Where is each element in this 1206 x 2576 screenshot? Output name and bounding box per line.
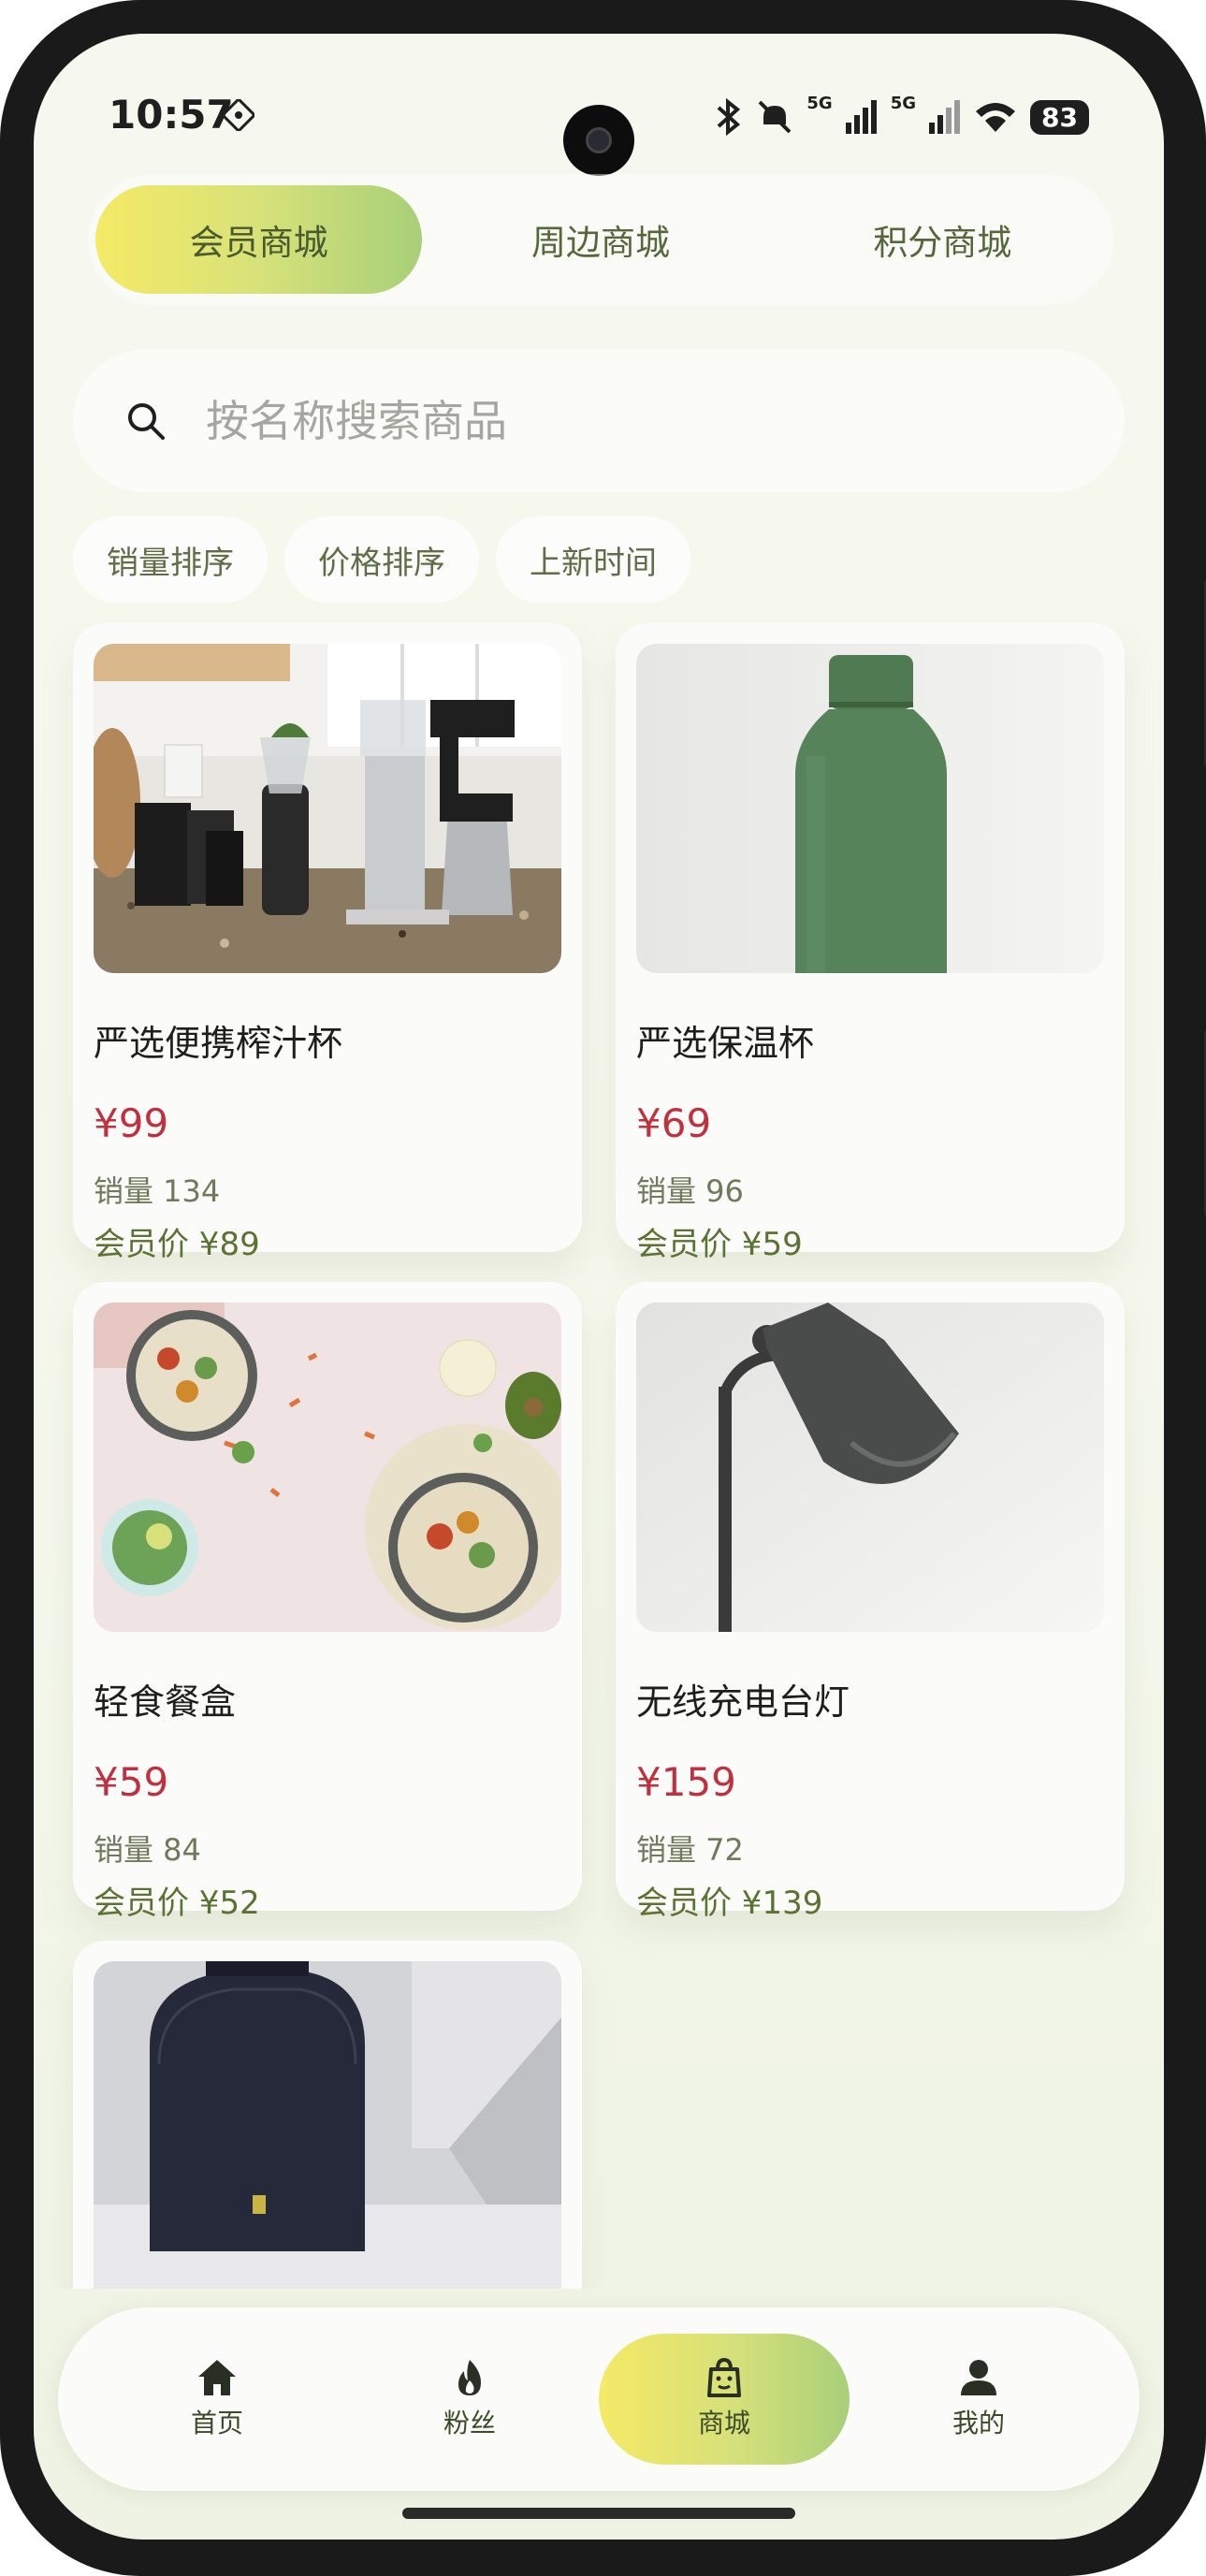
sort-by-newest-chip[interactable]: 上新时间 bbox=[496, 517, 690, 603]
nav-home-label: 首页 bbox=[190, 2408, 243, 2438]
product-card[interactable]: 严选便携榨汁杯 ¥99 销量 134 会员价 ¥89 bbox=[73, 623, 582, 1263]
product-image-desk-lamp bbox=[636, 1303, 1104, 1632]
product-image-backpack bbox=[94, 1961, 561, 2289]
product-card[interactable]: 无线充电台灯 ¥159 销量 72 会员价 ¥139 bbox=[616, 1282, 1125, 1922]
product-card[interactable]: 严选保温杯 ¥69 销量 96 会员价 ¥59 bbox=[616, 623, 1125, 1263]
product-card[interactable]: 轻食餐盒 ¥59 销量 84 会员价 ¥52 bbox=[73, 1282, 582, 1922]
shop-tabs: 会员商城 周边商城 积分商城 bbox=[88, 174, 1113, 305]
product-price: ¥99 bbox=[94, 1100, 169, 1146]
status-icons: 5G 5G 83 bbox=[715, 94, 1089, 140]
screen: 10:57 5G 5G 83 会员商城 周边商城 积分商城 按名称搜索商品 销量… bbox=[34, 34, 1164, 2540]
product-name: 无线充电台灯 bbox=[636, 1681, 850, 1723]
product-image-green-bottle bbox=[636, 644, 1104, 973]
signal-icon-2 bbox=[929, 100, 961, 134]
settings-status-icon bbox=[223, 99, 254, 131]
tab-merch-shop[interactable]: 周边商城 bbox=[437, 185, 763, 294]
bottom-navigation: 首页 粉丝 商城 我的 bbox=[58, 2307, 1140, 2491]
tab-member-shop[interactable]: 会员商城 bbox=[95, 185, 423, 294]
bluetooth-icon bbox=[718, 98, 741, 136]
product-sales: 销量 84 bbox=[94, 1832, 201, 1868]
search-icon bbox=[128, 403, 165, 440]
wifi-icon bbox=[976, 103, 1016, 132]
product-image-salad-bowls bbox=[94, 1303, 561, 1632]
signal-icon bbox=[845, 100, 877, 134]
product-name: 严选便携榨汁杯 bbox=[94, 1023, 343, 1064]
mute-icon bbox=[758, 100, 792, 134]
phone-frame: 10:57 5G 5G 83 会员商城 周边商城 积分商城 按名称搜索商品 销量… bbox=[0, 0, 1206, 2576]
product-image-coffee-station bbox=[94, 644, 561, 973]
product-member-price: 会员价 ¥89 bbox=[94, 1226, 260, 1263]
search-bar[interactable] bbox=[73, 350, 1125, 492]
product-member-price: 会员价 ¥139 bbox=[636, 1885, 823, 1922]
nav-fans-label: 粉丝 bbox=[443, 2408, 496, 2438]
nav-profile-label: 我的 bbox=[952, 2408, 1005, 2438]
tab-points-shop[interactable]: 积分商城 bbox=[779, 185, 1106, 294]
network-5g-label: 5G bbox=[806, 94, 833, 113]
nav-profile[interactable]: 我的 bbox=[853, 2334, 1104, 2465]
front-camera bbox=[563, 105, 634, 176]
product-name: 严选保温杯 bbox=[636, 1023, 815, 1064]
product-price: ¥159 bbox=[636, 1759, 736, 1805]
product-member-price: 会员价 ¥59 bbox=[636, 1226, 803, 1263]
product-sales: 销量 72 bbox=[636, 1832, 744, 1868]
sort-by-sales-chip[interactable]: 销量排序 bbox=[73, 517, 268, 603]
product-member-price: 会员价 ¥52 bbox=[94, 1885, 260, 1922]
nav-home[interactable]: 首页 bbox=[92, 2334, 342, 2465]
home-indicator[interactable] bbox=[402, 2508, 795, 2519]
nav-shop[interactable]: 商城 bbox=[599, 2334, 850, 2465]
product-card[interactable] bbox=[73, 1941, 582, 2289]
sort-chips: 销量排序 价格排序 上新时间 bbox=[73, 517, 690, 603]
nav-fans[interactable]: 粉丝 bbox=[344, 2334, 595, 2465]
product-grid: 严选便携榨汁杯 ¥99 销量 134 会员价 ¥89 严选保温杯 ¥69 销量 … bbox=[34, 623, 1164, 2289]
flame-icon bbox=[458, 2360, 481, 2395]
product-price: ¥59 bbox=[94, 1759, 169, 1805]
product-name: 轻食餐盒 bbox=[94, 1681, 237, 1723]
network-5g-label-2: 5G bbox=[890, 94, 917, 113]
shopping-bag-icon bbox=[707, 2358, 741, 2397]
status-bar: 10:57 5G 5G 83 bbox=[34, 80, 1164, 176]
home-icon bbox=[198, 2360, 236, 2395]
product-sales: 销量 134 bbox=[94, 1173, 221, 1209]
person-icon bbox=[961, 2360, 996, 2395]
nav-shop-label: 商城 bbox=[697, 2408, 750, 2438]
sort-by-price-chip[interactable]: 价格排序 bbox=[284, 517, 479, 603]
product-sales: 销量 96 bbox=[636, 1173, 744, 1209]
product-price: ¥69 bbox=[636, 1100, 712, 1146]
status-time: 10:57 bbox=[109, 92, 234, 138]
search-input[interactable] bbox=[204, 395, 1050, 447]
battery-indicator: 83 bbox=[1030, 99, 1089, 135]
